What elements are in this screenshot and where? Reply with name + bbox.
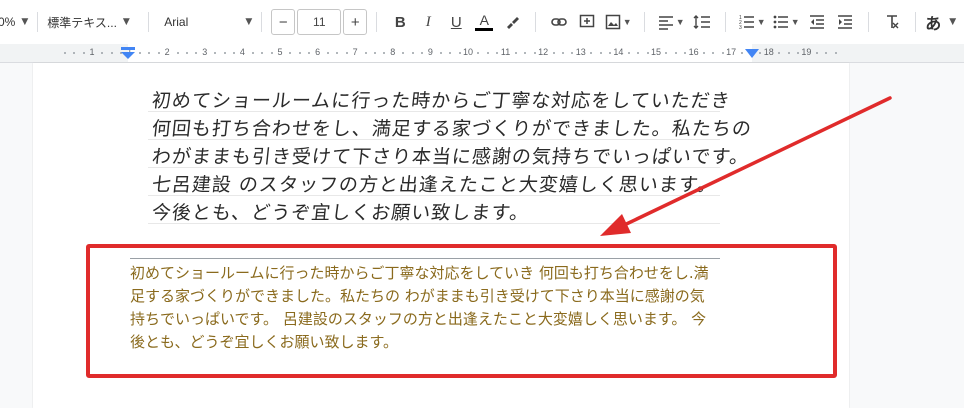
red-arrow-icon bbox=[600, 96, 892, 236]
